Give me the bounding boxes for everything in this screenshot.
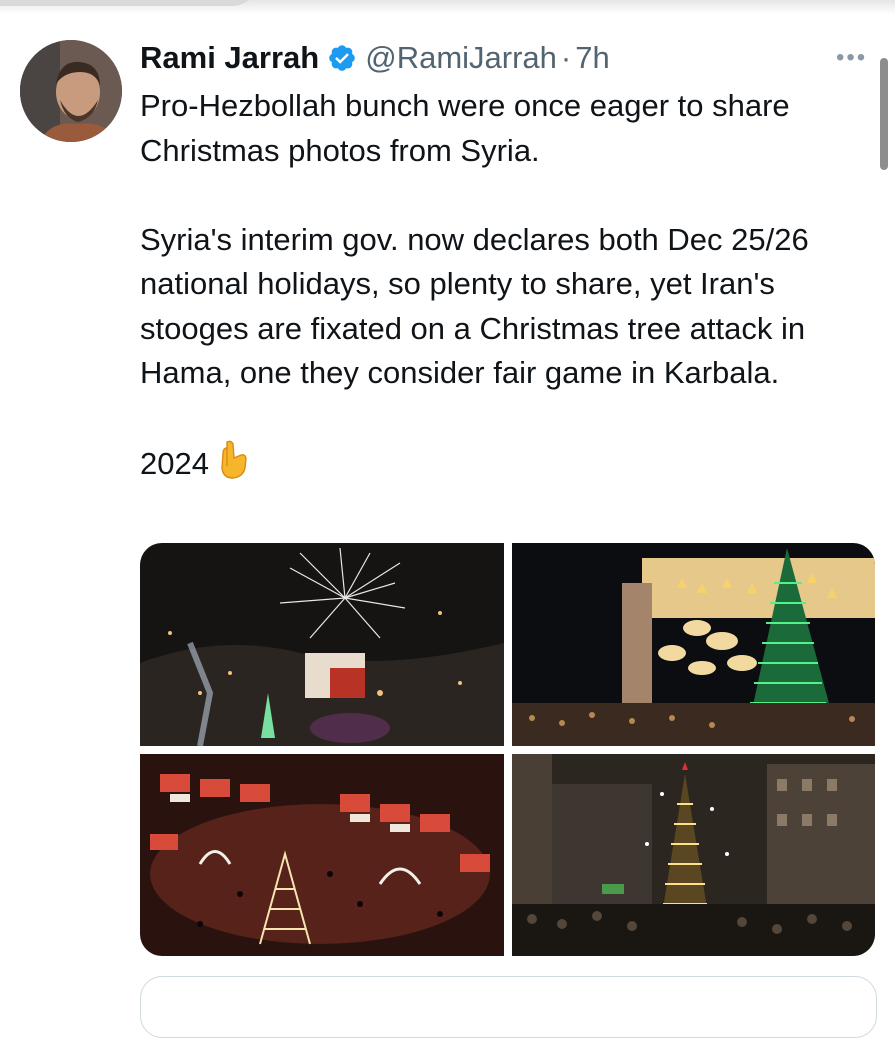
author-avatar[interactable] [20,40,122,142]
tweet-header: Rami Jarrah @RamiJarrah · 7h [140,38,610,78]
photo-fireworks[interactable] [140,543,504,746]
author-name[interactable]: Rami Jarrah [140,40,319,76]
photo-market-aerial[interactable] [140,754,504,956]
tweet-text: Pro-Hezbollah bunch were once eager to s… [140,88,809,481]
author-handle[interactable]: @RamiJarrah [365,40,557,76]
verified-badge-icon [327,43,357,73]
media-grid [140,543,875,956]
tweet-timestamp[interactable]: 7h [575,40,609,76]
separator-dot: · [560,40,572,75]
quoted-tweet-card[interactable] [140,976,877,1038]
previous-item-edge [0,0,260,6]
pointing-down-emoji-icon [215,440,251,480]
photo-tree-crowd[interactable] [512,754,875,956]
more-options-icon[interactable]: ••• [836,44,867,72]
photo-christmas-tree-plaza[interactable] [512,543,875,746]
tweet-body: Pro-Hezbollah bunch were once eager to s… [140,84,880,487]
scrollbar-thumb[interactable] [880,58,888,170]
